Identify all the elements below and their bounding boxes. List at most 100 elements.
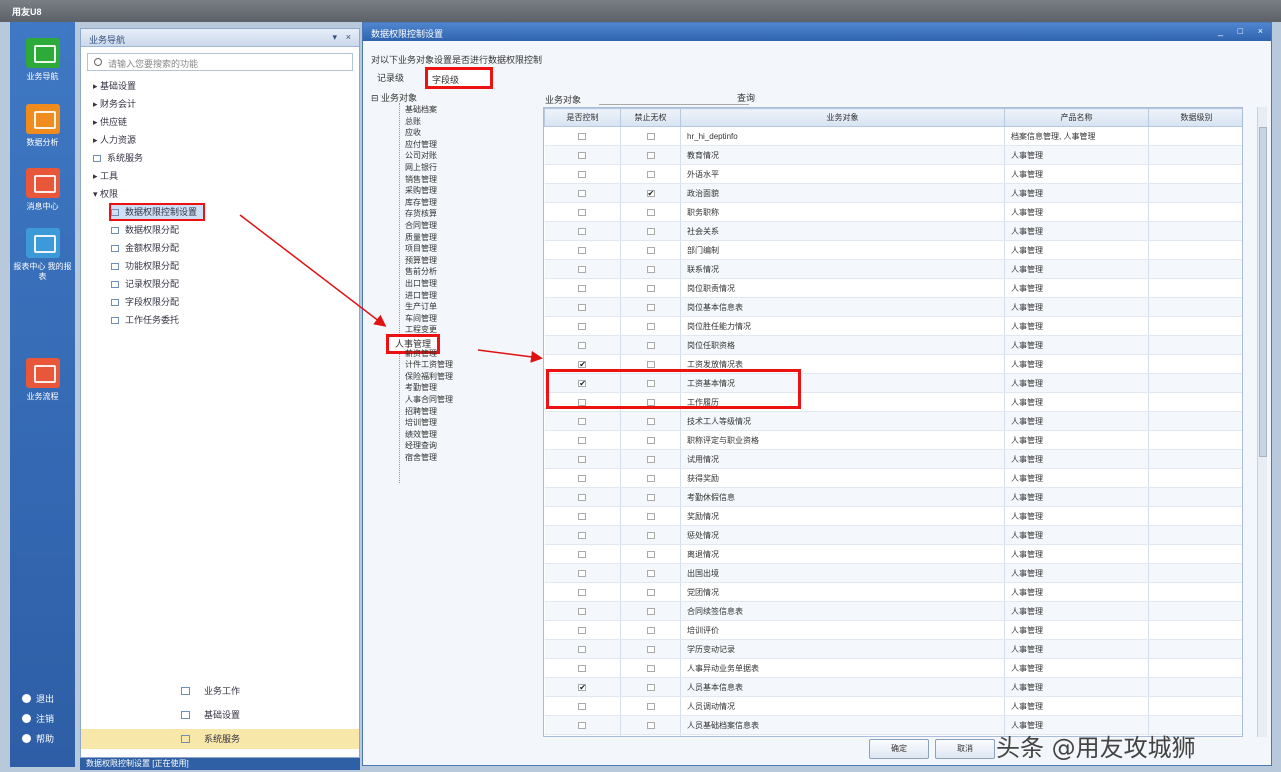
module-node[interactable]: 生产订单 <box>405 302 437 312</box>
tree-node-finance[interactable]: ▸ 财务会计 <box>93 97 136 111</box>
tree-node-permissions[interactable]: ▾ 权限 <box>93 187 118 201</box>
module-node[interactable]: 工程变更 <box>405 325 437 335</box>
control-checkbox[interactable] <box>578 550 587 558</box>
col-header-product[interactable]: 产品名称 <box>1004 108 1149 127</box>
module-node[interactable]: 总账 <box>405 117 421 127</box>
control-checkbox[interactable] <box>578 246 587 254</box>
control-checkbox[interactable] <box>578 512 587 520</box>
ban-checkbox[interactable] <box>646 360 655 368</box>
control-checkbox[interactable] <box>578 189 587 197</box>
tree-node-field-permission[interactable]: 字段权限分配 <box>111 295 179 309</box>
control-checkbox[interactable] <box>578 303 587 311</box>
ban-checkbox[interactable] <box>646 417 655 425</box>
scrollbar-thumb[interactable] <box>1259 127 1267 457</box>
module-node[interactable]: 出口管理 <box>405 279 437 289</box>
table-row[interactable]: 离退情况 人事管理 <box>544 544 1242 564</box>
tree-node-amount-permission[interactable]: 金额权限分配 <box>111 241 179 255</box>
module-node[interactable]: 存货核算 <box>405 209 437 219</box>
control-checkbox[interactable] <box>578 626 587 634</box>
table-row[interactable]: 岗位胜任能力情况 人事管理 <box>544 316 1242 336</box>
cancel-button[interactable]: 取消 <box>935 739 995 759</box>
grid-filter-input[interactable] <box>599 89 749 105</box>
control-checkbox[interactable] <box>578 607 587 615</box>
control-checkbox[interactable] <box>578 341 587 349</box>
ban-checkbox[interactable] <box>646 645 655 653</box>
ban-checkbox[interactable] <box>646 436 655 444</box>
ban-checkbox[interactable] <box>646 702 655 710</box>
module-node[interactable]: 保险福利管理 <box>405 372 453 382</box>
ban-checkbox[interactable] <box>646 493 655 501</box>
module-node[interactable]: 售前分析 <box>405 267 437 277</box>
module-node[interactable]: 进口管理 <box>405 291 437 301</box>
module-node[interactable]: 预算管理 <box>405 256 437 266</box>
table-row[interactable]: 试用情况 人事管理 <box>544 449 1242 469</box>
ban-checkbox[interactable] <box>646 151 655 159</box>
table-row[interactable]: 外语水平 人事管理 <box>544 164 1242 184</box>
ban-checkbox[interactable] <box>646 550 655 558</box>
tree-node-hr[interactable]: ▸ 人力资源 <box>93 133 136 147</box>
control-checkbox[interactable] <box>578 645 587 653</box>
control-checkbox[interactable] <box>578 702 587 710</box>
module-node[interactable]: 合同管理 <box>405 221 437 231</box>
nav-tab-system[interactable]: 系统服务 <box>81 729 359 749</box>
table-row[interactable]: 出国出境 人事管理 <box>544 563 1242 583</box>
table-row[interactable]: hr_hi_deptinfo 档案信息管理, 人事管理 <box>544 126 1242 146</box>
control-checkbox[interactable] <box>578 170 587 178</box>
col-header-ban[interactable]: 禁止无权 <box>620 108 681 127</box>
grid-scrollbar[interactable] <box>1257 107 1267 737</box>
table-row[interactable]: 教育情况 人事管理 <box>544 145 1242 165</box>
module-node[interactable]: 宿舍管理 <box>405 453 437 463</box>
control-checkbox[interactable] <box>578 683 587 691</box>
ban-checkbox[interactable] <box>646 664 655 672</box>
control-checkbox[interactable] <box>578 132 587 140</box>
ban-checkbox[interactable] <box>646 531 655 539</box>
ban-checkbox[interactable] <box>646 170 655 178</box>
control-checkbox[interactable] <box>578 284 587 292</box>
nav-tab-basic[interactable]: 基础设置 <box>81 705 359 725</box>
field-level-selector[interactable]: 字段级 <box>425 67 493 89</box>
ok-button[interactable]: 确定 <box>869 739 929 759</box>
control-checkbox[interactable] <box>578 227 587 235</box>
table-row[interactable]: 惩处情况 人事管理 <box>544 525 1242 545</box>
module-node[interactable]: 基础档案 <box>405 105 437 115</box>
table-row[interactable]: 部门编制 人事管理 <box>544 240 1242 260</box>
module-node[interactable]: 应付管理 <box>405 140 437 150</box>
ban-checkbox[interactable] <box>646 569 655 577</box>
ban-checkbox[interactable] <box>646 227 655 235</box>
close-icon[interactable]: × <box>346 32 351 42</box>
table-row[interactable]: 岗位任职资格 人事管理 <box>544 335 1242 355</box>
tree-search-input[interactable]: 请输入您要搜索的功能 <box>87 53 353 71</box>
module-node[interactable]: 库存管理 <box>405 198 437 208</box>
control-checkbox[interactable] <box>578 531 587 539</box>
pin-icon[interactable]: ▾ <box>332 32 337 43</box>
ban-checkbox[interactable] <box>646 512 655 520</box>
ban-checkbox[interactable] <box>646 208 655 216</box>
ban-checkbox[interactable] <box>646 607 655 615</box>
exit-link[interactable]: 退出 <box>22 692 54 705</box>
table-row[interactable]: 党团情况 人事管理 <box>544 582 1242 602</box>
tree-node-basic-settings[interactable]: ▸ 基础设置 <box>93 79 136 93</box>
table-row[interactable]: 人事异动业务单据表 人事管理 <box>544 658 1242 678</box>
table-row[interactable]: 培训评价 人事管理 <box>544 620 1242 640</box>
module-business-nav[interactable]: 业务导航 <box>10 38 75 82</box>
module-node[interactable]: 公司对账 <box>405 151 437 161</box>
ban-checkbox[interactable] <box>646 341 655 349</box>
nav-tab-business[interactable]: 业务工作 <box>81 681 359 701</box>
module-node[interactable]: 考勤管理 <box>405 383 437 393</box>
ban-checkbox[interactable] <box>646 588 655 596</box>
col-header-control[interactable]: 是否控制 <box>544 108 621 127</box>
table-row[interactable]: 职务职称 人事管理 <box>544 202 1242 222</box>
tree-node-task-delegation[interactable]: 工作任务委托 <box>111 313 179 327</box>
ban-checkbox[interactable] <box>646 474 655 482</box>
ban-checkbox[interactable] <box>646 265 655 273</box>
ban-checkbox[interactable] <box>646 284 655 292</box>
control-checkbox[interactable] <box>578 360 587 368</box>
module-node[interactable]: 培训管理 <box>405 418 437 428</box>
module-data-analysis[interactable]: 数据分析 <box>10 104 75 148</box>
control-checkbox[interactable] <box>578 208 587 216</box>
control-checkbox[interactable] <box>578 493 587 501</box>
module-node[interactable]: 销售管理 <box>405 175 437 185</box>
module-node[interactable]: 采购管理 <box>405 186 437 196</box>
module-message-center[interactable]: 消息中心 <box>10 168 75 212</box>
control-checkbox[interactable] <box>578 455 587 463</box>
